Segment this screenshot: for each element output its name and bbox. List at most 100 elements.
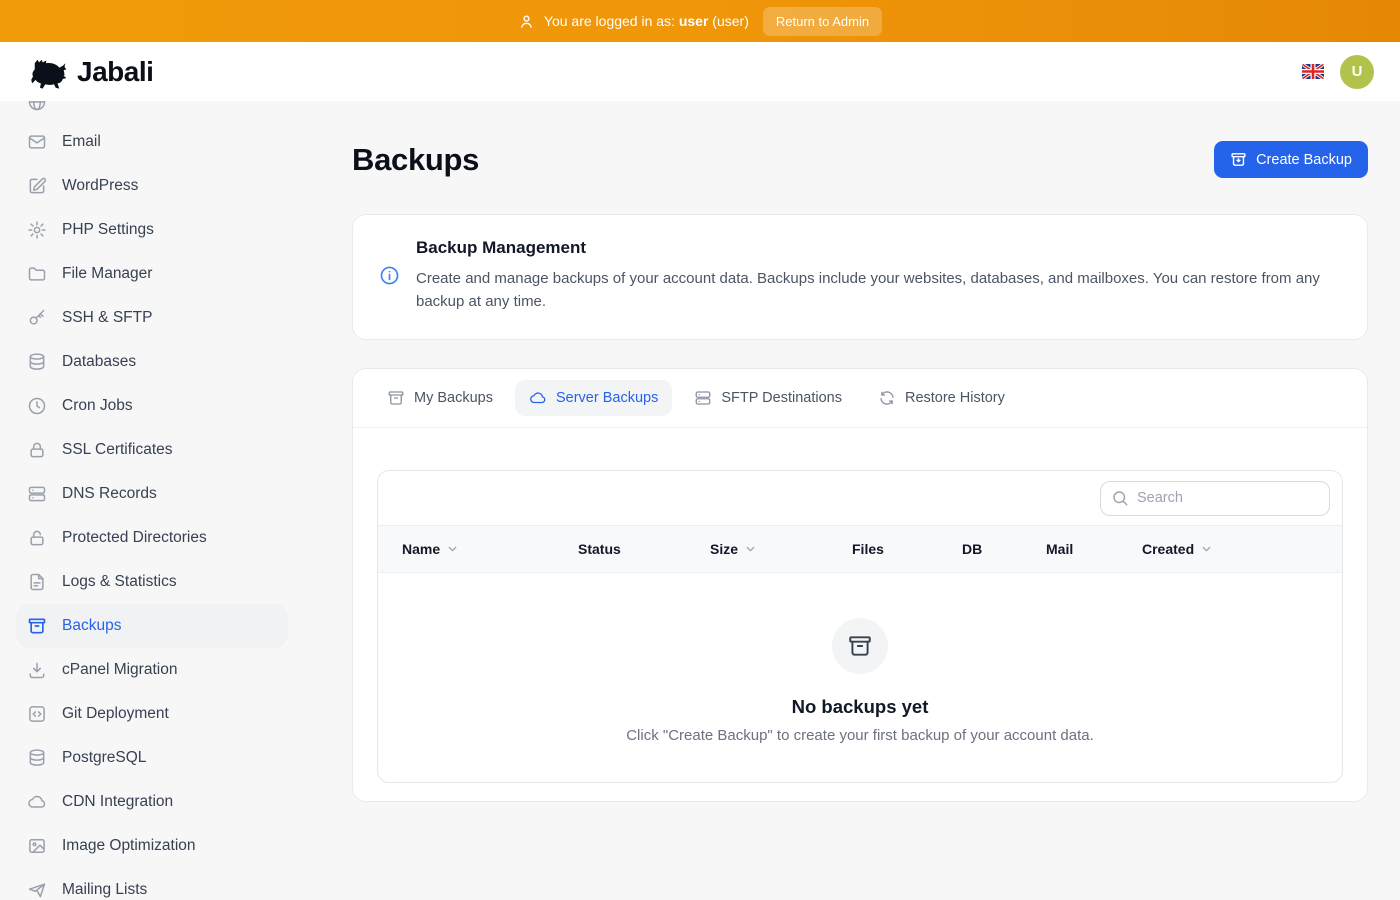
server-icon [694, 389, 712, 407]
document-icon [27, 572, 47, 592]
sidebar-item-backups[interactable]: Backups [16, 604, 288, 648]
uk-flag-icon[interactable] [1302, 64, 1324, 79]
tab-restore-history[interactable]: Restore History [864, 380, 1019, 416]
sidebar-item-file-manager[interactable]: File Manager [16, 252, 288, 296]
sidebar-item-label: CDN Integration [62, 793, 173, 811]
code-icon [27, 704, 47, 724]
tab-sftp-destinations[interactable]: SFTP Destinations [680, 380, 856, 416]
clock-icon [27, 396, 47, 416]
archive-icon [1230, 151, 1247, 168]
backups-table-card: Name Status Size Files [377, 470, 1343, 783]
empty-state-message: Click "Create Backup" to create your fir… [626, 727, 1094, 744]
column-header-size[interactable]: Size [710, 541, 852, 557]
column-header-files[interactable]: Files [852, 541, 962, 557]
column-header-db[interactable]: DB [962, 541, 1046, 557]
tab-label: Restore History [905, 390, 1005, 406]
server-icon [27, 484, 47, 504]
login-username: user [679, 13, 709, 29]
sidebar-item-label: DNS Records [62, 485, 157, 503]
sidebar-item-ssl-certificates[interactable]: SSL Certificates [16, 428, 288, 472]
sidebar-item-cdn-integration[interactable]: CDN Integration [16, 780, 288, 824]
sidebar-item-label: cPanel Migration [62, 661, 177, 679]
main-content: Backups Create Backup Backup Management … [320, 101, 1400, 900]
sidebar-item-wordpress[interactable]: WordPress [16, 164, 288, 208]
page-title: Backups [352, 142, 479, 178]
column-header-created[interactable]: Created [1142, 541, 1342, 557]
return-to-admin-button[interactable]: Return to Admin [763, 7, 882, 36]
search-input[interactable] [1100, 481, 1330, 516]
archive-icon [27, 616, 47, 636]
info-card-title: Backup Management [416, 238, 1339, 258]
database-icon [27, 748, 47, 768]
sidebar-item-label: Image Optimization [62, 837, 196, 855]
info-card: Backup Management Create and manage back… [352, 214, 1368, 340]
sidebar-item-protected-directories[interactable]: Protected Directories [16, 516, 288, 560]
download-icon [27, 660, 47, 680]
sidebar-item-label: PHP Settings [62, 221, 154, 239]
sidebar-item-postgresql[interactable]: PostgreSQL [16, 736, 288, 780]
sidebar-item-label: SSL Certificates [62, 441, 173, 459]
brand-name: Jabali [77, 56, 153, 88]
column-header-name[interactable]: Name [402, 541, 578, 557]
column-label: Created [1142, 541, 1194, 557]
tab-my-backups[interactable]: My Backups [373, 380, 507, 416]
key-icon [27, 308, 47, 328]
create-backup-button[interactable]: Create Backup [1214, 141, 1368, 178]
sidebar-item-logs-statistics[interactable]: Logs & Statistics [16, 560, 288, 604]
sidebar-item-label: Protected Directories [62, 529, 207, 547]
sidebar-item-git-deployment[interactable]: Git Deployment [16, 692, 288, 736]
sidebar-item-cron-jobs[interactable]: Cron Jobs [16, 384, 288, 428]
logged-in-message: You are logged in as: user (user) [518, 13, 749, 30]
gear-icon [27, 220, 47, 240]
create-backup-label: Create Backup [1256, 152, 1352, 168]
column-header-mail[interactable]: Mail [1046, 541, 1142, 557]
tab-server-backups[interactable]: Server Backups [515, 380, 672, 416]
column-header-status[interactable]: Status [578, 541, 710, 557]
tab-bar: My Backups Server Backups SFTP Destinati… [353, 369, 1367, 427]
info-card-body: Create and manage backups of your accoun… [416, 267, 1339, 314]
sidebar-item-label: WordPress [62, 177, 138, 195]
user-avatar[interactable]: U [1340, 55, 1374, 89]
table-header-row: Name Status Size Files [378, 525, 1342, 573]
sidebar-item-label: PostgreSQL [62, 749, 146, 767]
tab-label: My Backups [414, 390, 493, 406]
sidebar-item-ssh-sftp[interactable]: SSH & SFTP [16, 296, 288, 340]
archive-icon [832, 618, 888, 674]
sidebar-item-image-optimization[interactable]: Image Optimization [16, 824, 288, 868]
refresh-icon [878, 389, 896, 407]
sidebar: Email WordPress PHP Settings File Manage… [0, 101, 320, 900]
chevron-down-icon [744, 542, 757, 555]
sidebar-item-cpanel-migration[interactable]: cPanel Migration [16, 648, 288, 692]
sidebar-item-databases[interactable]: Databases [16, 340, 288, 384]
empty-state-title: No backups yet [792, 696, 929, 718]
sidebar-item-dns-records[interactable]: DNS Records [16, 472, 288, 516]
column-label: Status [578, 541, 621, 557]
globe-icon [27, 101, 47, 112]
sidebar-item-label: Databases [62, 353, 136, 371]
archive-icon [387, 389, 405, 407]
chevron-down-icon [1200, 542, 1213, 555]
sidebar-item-label: Backups [62, 617, 121, 635]
sidebar-item-label: Cron Jobs [62, 397, 133, 415]
search-icon [1111, 489, 1129, 507]
column-label: DB [962, 541, 982, 557]
impersonation-bar: You are logged in as: user (user) Return… [0, 0, 1400, 42]
sidebar-item-label: Email [62, 133, 101, 151]
column-label: Files [852, 541, 884, 557]
sidebar-item-mailing-lists[interactable]: Mailing Lists [16, 868, 288, 900]
brand[interactable]: Jabali [26, 54, 153, 90]
sidebar-item-php-settings[interactable]: PHP Settings [16, 208, 288, 252]
send-icon [27, 880, 47, 900]
login-role: (user) [712, 13, 749, 29]
column-label: Size [710, 541, 738, 557]
sidebar-item-email[interactable]: Email [16, 120, 288, 164]
column-label: Mail [1046, 541, 1073, 557]
backups-panel: My Backups Server Backups SFTP Destinati… [352, 368, 1368, 802]
edit-icon [27, 176, 47, 196]
lock-icon [27, 528, 47, 548]
tab-label: Server Backups [556, 390, 658, 406]
folder-icon [27, 264, 47, 284]
cloud-icon [27, 792, 47, 812]
column-label: Name [402, 541, 440, 557]
sidebar-item-label: SSH & SFTP [62, 309, 152, 327]
